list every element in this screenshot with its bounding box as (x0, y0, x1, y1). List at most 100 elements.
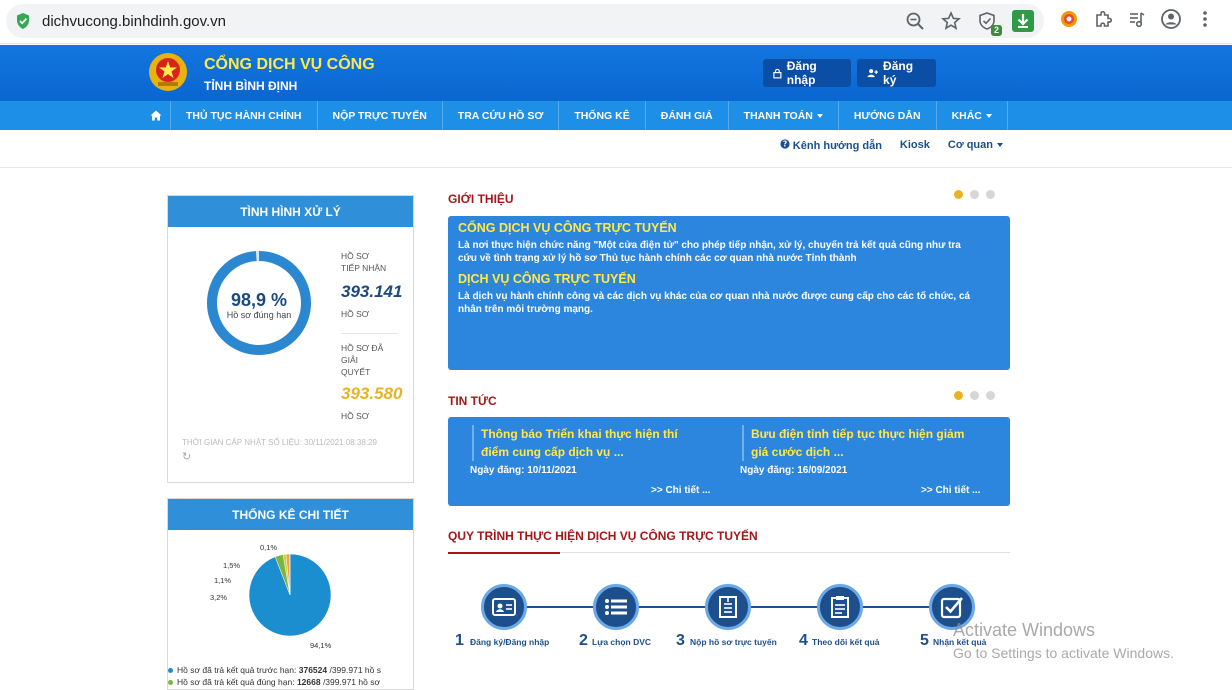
intro-box: CỔNG DỊCH VỤ CÔNG TRỰC TUYẾN Là nơi thực… (448, 216, 1010, 370)
shield-extension-icon[interactable]: 2 (976, 10, 1002, 36)
news-detail-link[interactable]: >> Chi tiết ... (921, 485, 980, 496)
legend-text: /399.971 hồ sơ (320, 677, 381, 687)
news-box: Thông báo Triển khai thực hiện thí điểm … (448, 417, 1010, 506)
site-title[interactable]: CỔNG DỊCH VỤ CÔNG (204, 56, 375, 74)
process-connector (750, 606, 820, 608)
news-title-line: giá cước dịch ... (751, 445, 844, 459)
nav-khac[interactable]: KHÁC (937, 101, 1008, 130)
list-icon (605, 599, 627, 615)
intro-text: Là nơi thực hiện chức năng "Một cửa điện… (458, 240, 961, 251)
browser-toolbar: dichvucong.binhdinh.gov.vn 2 (0, 0, 1232, 44)
resolved-unit: HỒ SƠ (341, 411, 370, 421)
secure-lock-icon[interactable] (14, 12, 32, 30)
windows-activation-title: Activate Windows (953, 620, 1096, 640)
media-queue-icon[interactable] (1126, 8, 1148, 30)
add-user-icon (867, 69, 879, 78)
agency-dropdown[interactable]: Cơ quan (948, 139, 1003, 152)
pie-label: 3,2% (210, 593, 228, 602)
nav-nop-truc-tuyen[interactable]: NỘP TRỰC TUYẾN (318, 101, 443, 130)
download-icon[interactable] (1012, 10, 1034, 32)
received-unit: HỒ SƠ (341, 309, 370, 319)
step-register-button[interactable] (481, 584, 527, 630)
address-bar[interactable]: dichvucong.binhdinh.gov.vn 2 (6, 4, 1044, 38)
bookmark-star-icon[interactable] (940, 10, 962, 32)
login-button[interactable]: Đăng nhập (763, 59, 851, 87)
news-detail-link[interactable]: >> Chi tiết ... (651, 485, 710, 496)
nav-home[interactable] (142, 101, 171, 130)
step-label[interactable]: Nộp hồ sơ trực tuyến (690, 637, 777, 647)
carousel-dot[interactable] (970, 391, 979, 400)
nav-danh-gia[interactable]: ĐÁNH GIÁ (646, 101, 729, 130)
intro-section-title: GIỚI THIỆU (448, 192, 514, 206)
detail-pie-chart (248, 553, 332, 637)
legend-dot (168, 680, 173, 685)
intro-carousel-dots (954, 190, 995, 199)
pie-label: 0,1% (260, 543, 278, 552)
carousel-dot[interactable] (954, 190, 963, 199)
status-panel-title: TÌNH HÌNH XỬ LÝ (168, 196, 413, 227)
carousel-dot[interactable] (970, 190, 979, 199)
guide-label: Kênh hướng dẫn (792, 140, 882, 152)
national-emblem-logo[interactable] (148, 52, 188, 92)
news-title-link[interactable]: Thông báo Triển khai thực hiện thí điểm … (481, 425, 716, 461)
register-button[interactable]: Đăng ký (857, 59, 936, 87)
carousel-dot[interactable] (954, 391, 963, 400)
step-track-button[interactable] (817, 584, 863, 630)
news-accent-bar (742, 425, 744, 461)
carousel-dot[interactable] (986, 190, 995, 199)
url-text[interactable]: dichvucong.binhdinh.gov.vn (42, 13, 226, 30)
svg-text:?: ? (783, 140, 787, 149)
nav-thu-tuc-hanh-chinh[interactable]: THỦ TỤC HÀNH CHÍNH (171, 101, 318, 130)
resolved-label-1: HỒ SƠ ĐÃ (341, 343, 384, 353)
home-icon (150, 110, 162, 121)
update-time: THỜI GIAN CẬP NHẬT SỐ LIỆU: 30/11/2021 0… (182, 438, 377, 447)
nav-label: TRA CỨU HỒ SƠ (457, 109, 544, 122)
news-date: Ngày đăng: 10/11/2021 (470, 465, 577, 476)
intro-heading-service: DỊCH VỤ CÔNG TRỰC TUYẾN (458, 272, 636, 286)
id-card-icon (492, 598, 516, 616)
step-label[interactable]: Lựa chọn DVC (592, 637, 651, 647)
step-submit-button[interactable] (705, 584, 751, 630)
site-header: CỔNG DỊCH VỤ CÔNG TỈNH BÌNH ĐỊNH Đăng nh… (0, 45, 1232, 101)
agency-label: Cơ quan (947, 139, 993, 151)
step-number: 2 (579, 632, 588, 649)
profile-avatar-icon[interactable] (1160, 8, 1182, 30)
nav-thanh-toan[interactable]: THANH TOÁN (729, 101, 839, 130)
status-panel: TÌNH HÌNH XỬ LÝ 98,9 % Hồ sơ đúng hạn HỒ… (167, 195, 414, 483)
colorful-extension-icon[interactable] (1058, 8, 1080, 30)
news-item: Bưu điện tỉnh tiếp tục thực hiện giảm gi… (718, 417, 988, 506)
pie-label: 94,1% (310, 641, 332, 650)
puzzle-extensions-icon[interactable] (1092, 8, 1114, 30)
intro-text: Là dịch vụ hành chính công và các dịch v… (458, 291, 971, 302)
carousel-dot[interactable] (986, 391, 995, 400)
nav-huong-dan[interactable]: HƯỚNG DẪN (839, 101, 937, 130)
caret-down-icon (985, 113, 992, 118)
nav-tra-cuu-ho-so[interactable]: TRA CỨU HỒ SƠ (443, 101, 560, 130)
intro-text: nhân trên môi trường mạng. (458, 304, 593, 315)
extension-badge: 2 (990, 25, 1002, 36)
news-title-link[interactable]: Bưu điện tỉnh tiếp tục thực hiện giảm gi… (751, 425, 986, 461)
resolved-value: 393.580 (341, 384, 403, 403)
kiosk-link[interactable]: Kiosk (900, 139, 930, 152)
legend-item: Hồ sơ đã trả kết quả đúng hạn: 12668 /39… (168, 677, 380, 687)
on-time-label: Hồ sơ đúng hạn (226, 310, 292, 320)
intro-heading-portal: CỔNG DỊCH VỤ CÔNG TRỰC TUYẾN (458, 221, 677, 235)
lock-icon (773, 68, 782, 78)
step-number: 3 (676, 632, 685, 649)
browser-menu-icon[interactable] (1194, 8, 1216, 30)
clipboard-icon (831, 596, 849, 618)
step-number: 5 (920, 632, 929, 649)
download-icon-bg (1012, 10, 1034, 32)
step-label[interactable]: Đăng ký/Đăng nhập (470, 637, 549, 647)
refresh-icon[interactable]: ↻ (182, 450, 191, 463)
on-time-percent: 98,9 % (230, 290, 288, 310)
main-navigation: THỦ TỤC HÀNH CHÍNH NỘP TRỰC TUYẾN TRA CỨ… (0, 101, 1232, 130)
nav-thong-ke[interactable]: THỐNG KÊ (559, 101, 646, 130)
step-number: 1 (455, 632, 464, 649)
zoom-out-icon[interactable] (904, 10, 926, 32)
windows-activation-text: Go to Settings to activate Windows. (953, 645, 1174, 661)
step-label[interactable]: Theo dõi kết quả (812, 637, 880, 647)
guide-channel-link[interactable]: ? Kênh hướng dẫn (780, 139, 882, 152)
step-choose-service-button[interactable] (593, 584, 639, 630)
process-connector (526, 606, 596, 608)
